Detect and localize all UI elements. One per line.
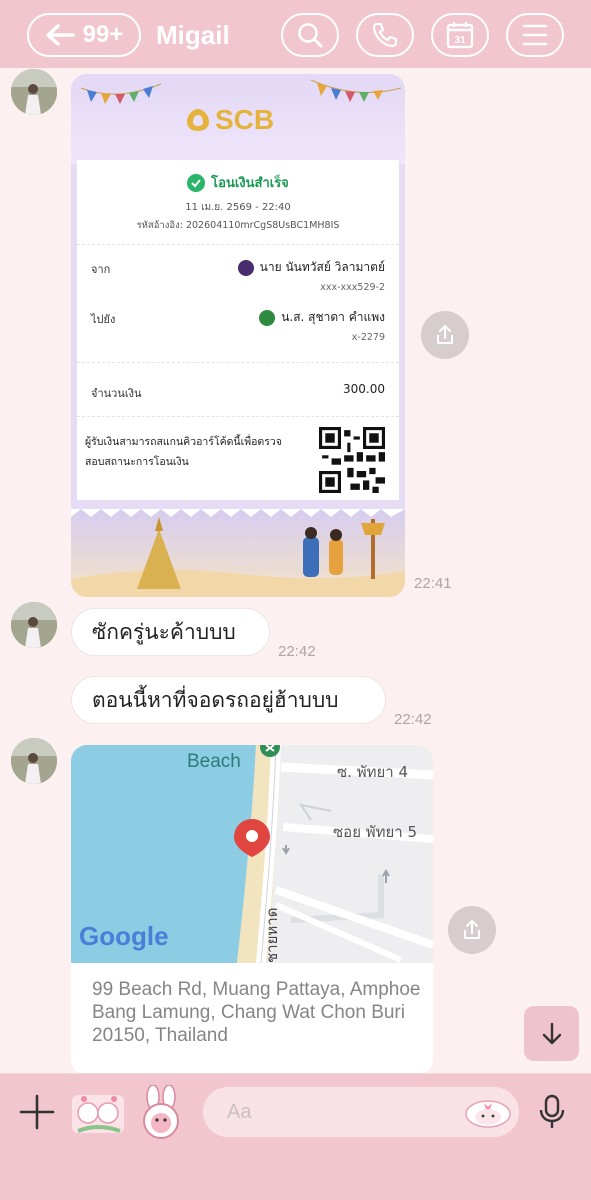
scroll-to-bottom-button[interactable] xyxy=(524,1006,579,1061)
transfer-datetime: 11 เม.ย. 2569 - 22:40 xyxy=(185,202,291,213)
map-label-road3: ชายหาด xyxy=(263,908,281,963)
to-name: น.ส. สุชาดา คำแพง xyxy=(259,308,385,327)
slip-banner: SCB xyxy=(71,74,405,164)
message-bubble[interactable]: ซักครู่นะค้าบบบ xyxy=(71,608,270,656)
phone-icon xyxy=(372,22,398,48)
sticker-shortcut[interactable] xyxy=(137,1085,185,1141)
message-time: 22:42 xyxy=(394,711,432,728)
calendar-button[interactable]: 31 xyxy=(431,13,489,57)
map-label-road2: ซอย พัทยา 5 xyxy=(333,823,417,841)
map-label-road1: ซ. พัทยา 4 xyxy=(337,763,408,781)
chevron-down-icon xyxy=(542,1022,561,1044)
from-account: xxx-xxx529-2 xyxy=(320,282,385,293)
transfer-status: โอนเงินสำเร็จ xyxy=(77,172,399,193)
location-map[interactable]: Beach ซ. พัทยา 4 ซอย พัทยา 5 ชายหาด Goog… xyxy=(71,745,433,963)
back-button[interactable]: 99+ xyxy=(27,13,141,57)
calendar-day: 31 xyxy=(454,35,466,46)
divider xyxy=(77,362,399,363)
transfer-slip-image[interactable]: SCB โอนเงินสำเร็จ 11 เม.ย. 2569 - 22:40 … xyxy=(71,74,405,597)
back-arrow-icon xyxy=(45,24,75,46)
transfer-reference: รหัสอ้างอิง: 202604110mrCgS8UsBC1MH8IS xyxy=(136,220,340,231)
share-button[interactable] xyxy=(448,906,496,954)
microphone-icon[interactable] xyxy=(536,1094,568,1130)
to-account: x-2279 xyxy=(351,332,385,343)
plus-icon[interactable] xyxy=(19,1094,55,1130)
sticker-shortcut[interactable] xyxy=(70,1087,126,1137)
qr-note: ผู้รับเงินสามารถสแกนคิวอาร์โค้ดนี้เพื่อต… xyxy=(85,436,282,468)
map-label-beach: Beach xyxy=(187,751,241,772)
menu-button[interactable] xyxy=(506,13,564,57)
calendar-icon: 31 xyxy=(446,22,474,49)
amount-label: จำนวนเงิน xyxy=(91,387,142,400)
check-icon xyxy=(187,173,206,192)
divider xyxy=(77,416,399,417)
menu-icon xyxy=(522,24,548,46)
avatar[interactable] xyxy=(11,738,57,784)
avatar[interactable] xyxy=(11,602,57,648)
message-bubble[interactable]: ตอนนี้หาที่จอดรถอยู่ฮ้าบบบ xyxy=(71,676,386,724)
chat-title[interactable]: Migail xyxy=(156,20,230,51)
qr-code xyxy=(319,427,385,493)
unread-count: 99+ xyxy=(82,21,124,48)
message-time: 22:42 xyxy=(278,643,316,660)
location-card[interactable]: Beach ซ. พัทยา 4 ซอย พัทยา 5 ชายหาด Goog… xyxy=(71,745,433,1075)
to-label: ไปยัง xyxy=(91,313,116,326)
share-button[interactable] xyxy=(421,311,469,359)
divider xyxy=(77,244,399,245)
share-icon xyxy=(437,325,453,344)
scb-bank-icon xyxy=(237,259,254,276)
my-melody-sticker-icon[interactable] xyxy=(464,1098,512,1128)
call-button[interactable] xyxy=(356,13,414,57)
avatar[interactable] xyxy=(11,69,57,115)
google-logo: Google xyxy=(79,921,169,951)
share-icon xyxy=(464,920,480,939)
from-name: นาย นันทวัสย์ วิลามาตย์ xyxy=(237,258,385,277)
kbank-bank-icon xyxy=(259,309,276,326)
location-address: 99 Beach Rd, Muang Pattaya, Amphoe Bang … xyxy=(92,979,421,1046)
message-composer xyxy=(0,1073,591,1200)
search-button[interactable] xyxy=(281,13,339,57)
search-icon xyxy=(298,23,323,48)
message-time: 22:41 xyxy=(414,575,452,592)
chat-header: 99+ Migail 31 xyxy=(0,0,591,68)
slip-illustration xyxy=(71,509,405,597)
from-label: จาก xyxy=(91,263,111,276)
amount-value: 300.00 xyxy=(343,382,385,396)
scb-logo: SCB xyxy=(185,104,274,136)
